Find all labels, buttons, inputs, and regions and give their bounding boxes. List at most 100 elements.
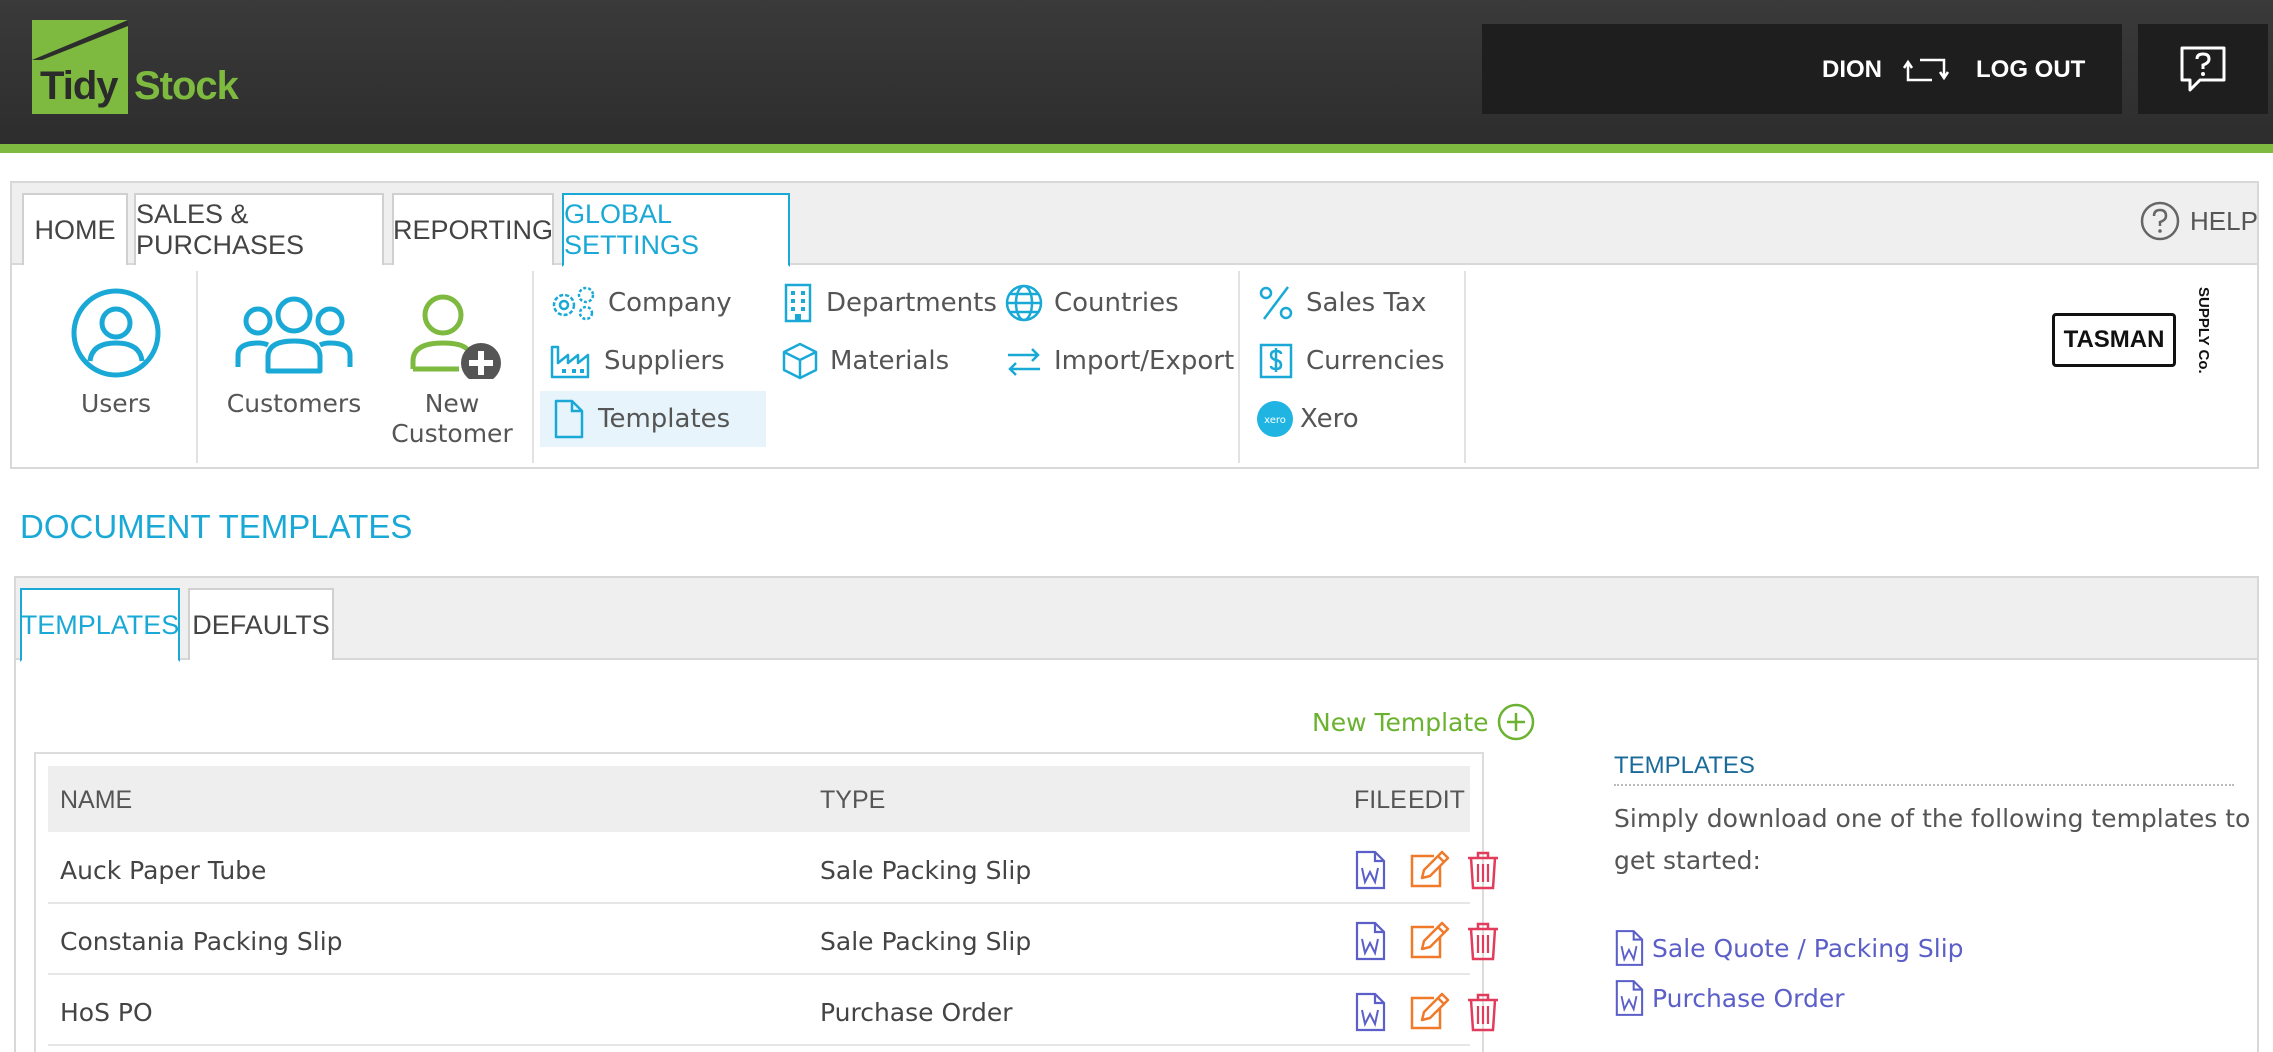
tab-home[interactable]: HOME [22,193,128,265]
side-description: Simply download one of the following tem… [1614,804,2251,875]
menu-xero[interactable]: xero Xero [1248,391,1468,447]
logo-text-tidy: Tidy [40,64,119,108]
dollar-icon [1259,343,1293,379]
template-name: Auck Paper Tube [60,856,267,885]
page-title: DOCUMENT TEMPLATES [20,508,413,545]
user-name[interactable]: DION [1822,56,1882,84]
table-header: NAME TYPE FILE EDIT [48,766,1470,832]
templates-table: NAME TYPE FILE EDIT Auck Paper Tube Sale… [34,752,1498,1052]
header-accent-line [0,144,2273,153]
help-circle-icon [2140,201,2180,241]
gears-icon [552,286,595,321]
menu-xero-label: Xero [1300,404,1359,434]
tab-sales-purchases[interactable]: SALES & PURCHASES [134,193,384,265]
new-template-label: New Template [1312,707,1489,737]
company-logo-tagline: SUPPLY Co. [2195,287,2212,374]
menu-import-export-label: Import/Export [1054,346,1235,376]
tab-defaults[interactable]: DEFAULTS [188,588,334,660]
trash-icon[interactable] [1466,850,1500,890]
nav-divider [1464,271,1466,463]
word-file-icon[interactable] [1354,992,1386,1032]
menu-materials-label: Materials [830,346,950,376]
template-name: HoS PO [60,998,153,1027]
column-header-type[interactable]: TYPE [820,786,885,815]
factory-icon [550,345,590,379]
menu-suppliers-label: Suppliers [604,346,725,376]
table-row: Auck Paper Tube Sale Packing Slip [48,834,1498,904]
edit-icon[interactable] [1408,992,1450,1032]
table-row: HoS PO Purchase Order [48,976,1498,1046]
percent-icon [1259,286,1293,320]
template-type: Sale Packing Slip [820,927,1032,956]
trash-icon[interactable] [1466,921,1500,961]
menu-materials[interactable]: Materials [772,333,988,389]
plus-circle-icon [1497,703,1534,741]
template-type: Sale Packing Slip [820,856,1032,885]
svg-text:xero: xero [1264,415,1286,426]
globe-icon [1005,284,1043,322]
word-file-icon [1615,980,1644,1016]
building-icon [784,283,812,323]
tab-global-settings[interactable]: GLOBAL SETTINGS [562,193,790,267]
document-icon [554,399,584,439]
edit-icon[interactable] [1408,921,1450,961]
menu-currencies-label: Currencies [1306,346,1445,376]
column-header-name[interactable]: NAME [60,786,132,815]
download-sale-quote-link[interactable]: Sale Quote / Packing Slip [1614,928,1964,968]
menu-departments-label: Departments [826,288,997,318]
template-type: Purchase Order [820,998,1013,1027]
menu-templates-label: Templates [598,404,731,434]
download-purchase-order-link[interactable]: Purchase Order [1614,978,1845,1018]
new-customer-button[interactable]: New Customer [384,287,520,449]
download-sale-quote-label: Sale Quote / Packing Slip [1652,933,1964,963]
menu-company[interactable]: Company [540,275,766,331]
tidystock-logo[interactable]: Tidy Stock [32,20,239,114]
customers-button[interactable]: Customers [216,287,372,418]
template-name: Constania Packing Slip [60,927,343,956]
users-button[interactable]: Users [46,287,186,418]
main-navigation: HOME SALES & PURCHASES REPORTING GLOBAL … [10,181,2259,469]
menu-templates[interactable]: Templates [540,391,766,447]
switch-account-icon[interactable] [1902,50,1950,90]
tab-templates[interactable]: TEMPLATES [20,588,180,662]
menu-sales-tax-label: Sales Tax [1306,288,1427,318]
menu-import-export[interactable]: Import/Export [996,333,1235,389]
user-icon [71,288,161,378]
download-purchase-order-label: Purchase Order [1652,983,1845,1013]
group-icon [235,296,353,374]
customers-label: Customers [226,389,362,418]
tab-reporting[interactable]: REPORTING [392,193,554,265]
menu-currencies[interactable]: Currencies [1248,333,1468,389]
logo-text-stock: Stock [134,64,239,108]
logout-link[interactable]: LOG OUT [1976,56,2085,84]
new-template-button[interactable]: New Template [1312,702,1535,742]
nav-divider [196,271,198,463]
company-logo-name: TASMAN [2052,313,2176,367]
column-header-file: FILE [1354,786,1407,814]
help-label: HELP [2190,205,2258,236]
box-icon [782,342,818,380]
xero-icon: xero [1257,401,1293,437]
menu-company-label: Company [608,288,732,318]
word-file-icon[interactable] [1354,921,1386,961]
menu-suppliers[interactable]: Suppliers [540,333,766,389]
side-section-title: TEMPLATES [1614,752,1755,779]
side-divider [1614,784,2234,786]
new-customer-label-line1: New [424,389,480,418]
menu-countries-label: Countries [1054,288,1179,318]
word-file-icon[interactable] [1354,850,1386,890]
menu-countries[interactable]: Countries [996,275,1232,331]
nav-divider [532,271,534,463]
help-link[interactable]: HELP [2140,199,2258,243]
trash-icon[interactable] [1466,992,1500,1032]
support-chat-button[interactable] [2138,24,2268,114]
users-label: Users [80,389,151,418]
word-file-icon [1615,930,1644,966]
add-user-icon [410,294,501,379]
column-header-edit: EDIT [1408,786,1465,814]
edit-icon[interactable] [1408,850,1450,890]
menu-departments[interactable]: Departments [772,275,997,331]
subtab-bar: TEMPLATES DEFAULTS [16,578,2257,662]
menu-sales-tax[interactable]: Sales Tax [1248,275,1468,331]
nav-divider [1238,271,1240,463]
